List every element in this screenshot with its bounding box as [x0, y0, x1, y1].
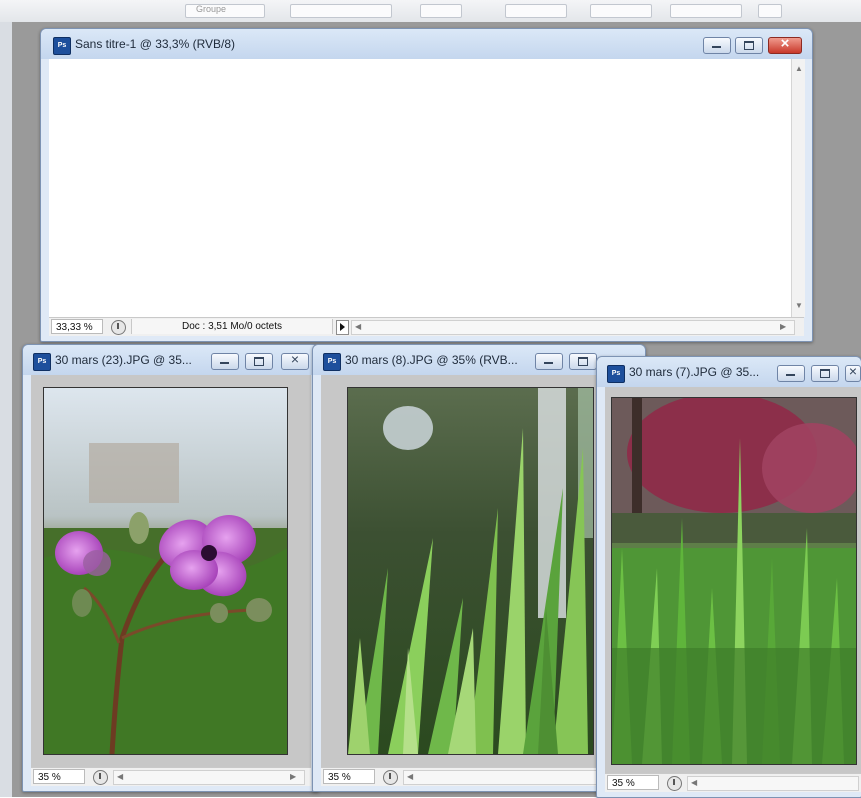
info-icon[interactable] [383, 770, 398, 785]
distribute-buttons[interactable] [505, 4, 567, 18]
tree-grass-image [612, 398, 856, 764]
zoom-field[interactable]: 35 % [607, 775, 659, 790]
status-bar: 35 % ◀ [321, 767, 637, 786]
scroll-left-arrow-icon[interactable]: ◀ [355, 322, 361, 331]
transform-buttons[interactable] [670, 4, 742, 18]
scroll-up-arrow-icon[interactable]: ▲ [795, 64, 803, 73]
close-button[interactable] [281, 351, 309, 370]
canvas-area [605, 387, 861, 773]
photoshop-doc-icon: Ps [33, 353, 51, 371]
horizontal-scrollbar[interactable]: ◀ ▶ [113, 770, 305, 785]
canvas-area [31, 375, 311, 767]
photo-tree-grass[interactable] [611, 397, 857, 765]
scroll-left-arrow-icon[interactable]: ◀ [117, 772, 123, 781]
close-button[interactable] [845, 363, 861, 382]
window-title: 30 mars (8).JPG @ 35% (RVB... [345, 353, 518, 367]
scroll-right-arrow-icon[interactable]: ▶ [780, 322, 786, 331]
window-title: 30 mars (23).JPG @ 35... [55, 353, 192, 367]
photo-grass-closeup[interactable] [347, 387, 594, 755]
blank-canvas[interactable] [49, 59, 791, 317]
photo-pink-flower[interactable] [43, 387, 288, 755]
maximize-button[interactable] [245, 353, 273, 370]
scroll-down-arrow-icon[interactable]: ▼ [795, 301, 803, 310]
scroll-left-arrow-icon[interactable]: ◀ [407, 772, 413, 781]
doc-size-info: Doc : 3,51 Mo/0 octets [131, 319, 333, 334]
maximize-button[interactable] [811, 365, 839, 382]
status-bar: 33,33 % Doc : 3,51 Mo/0 octets ◀ ▶ [49, 317, 804, 336]
menu-arrow-icon[interactable] [336, 320, 349, 335]
document-window-30-mars-23[interactable]: Ps 30 mars (23).JPG @ 35... × 35 % ◀ ▶ [22, 344, 319, 792]
status-bar: 35 % ◀ [605, 773, 861, 792]
document-window-untitled[interactable]: Ps Sans titre-1 @ 33,3% (RVB/8) ▲ ▼ 33,3… [40, 28, 813, 342]
minimize-button[interactable] [535, 353, 563, 370]
vertical-scrollbar[interactable]: ▲ ▼ [791, 59, 805, 317]
scroll-right-arrow-icon[interactable]: ▶ [290, 772, 296, 781]
info-icon[interactable] [111, 320, 126, 335]
photoshop-doc-icon: Ps [323, 353, 341, 371]
minimize-button[interactable] [211, 353, 239, 370]
title-bar[interactable]: Ps Sans titre-1 @ 33,3% (RVB/8) [41, 29, 812, 59]
minimize-button[interactable] [777, 365, 805, 382]
maximize-button[interactable] [569, 353, 597, 370]
info-icon[interactable] [93, 770, 108, 785]
close-button[interactable] [768, 35, 802, 54]
horizontal-scrollbar[interactable]: ◀ [687, 776, 859, 791]
zoom-field[interactable]: 35 % [323, 769, 375, 784]
toolbar-control[interactable] [290, 4, 392, 18]
minimize-button[interactable] [703, 37, 731, 54]
canvas-area [321, 375, 601, 767]
horizontal-scrollbar[interactable]: ◀ ▶ [351, 320, 795, 335]
zoom-field[interactable]: 35 % [33, 769, 85, 784]
zoom-field[interactable]: 33,33 % [51, 319, 103, 334]
maximize-button[interactable] [735, 37, 763, 54]
photoshop-doc-icon: Ps [607, 365, 625, 383]
photoshop-doc-icon: Ps [53, 37, 71, 55]
options-toolbar: Groupe [0, 0, 861, 23]
arrange-buttons[interactable] [590, 4, 652, 18]
document-window-30-mars-7[interactable]: Ps 30 mars (7).JPG @ 35... × 35 % ◀ [596, 356, 861, 798]
flower-image [44, 388, 287, 754]
extra-button[interactable] [758, 4, 782, 18]
group-dropdown[interactable]: Groupe [185, 4, 265, 18]
scroll-left-arrow-icon[interactable]: ◀ [691, 778, 697, 787]
window-title: 30 mars (7).JPG @ 35... [629, 365, 760, 379]
status-bar: 35 % ◀ ▶ [31, 767, 311, 786]
horizontal-scrollbar[interactable]: ◀ [403, 770, 615, 785]
align-buttons[interactable] [420, 4, 462, 18]
title-bar[interactable]: Ps 30 mars (23).JPG @ 35... [23, 345, 318, 375]
info-icon[interactable] [667, 776, 682, 791]
title-bar[interactable]: Ps 30 mars (7).JPG @ 35... [597, 357, 861, 387]
grass-image [348, 388, 593, 754]
group-dropdown-label: Groupe [196, 4, 227, 14]
window-title: Sans titre-1 @ 33,3% (RVB/8) [75, 37, 236, 51]
